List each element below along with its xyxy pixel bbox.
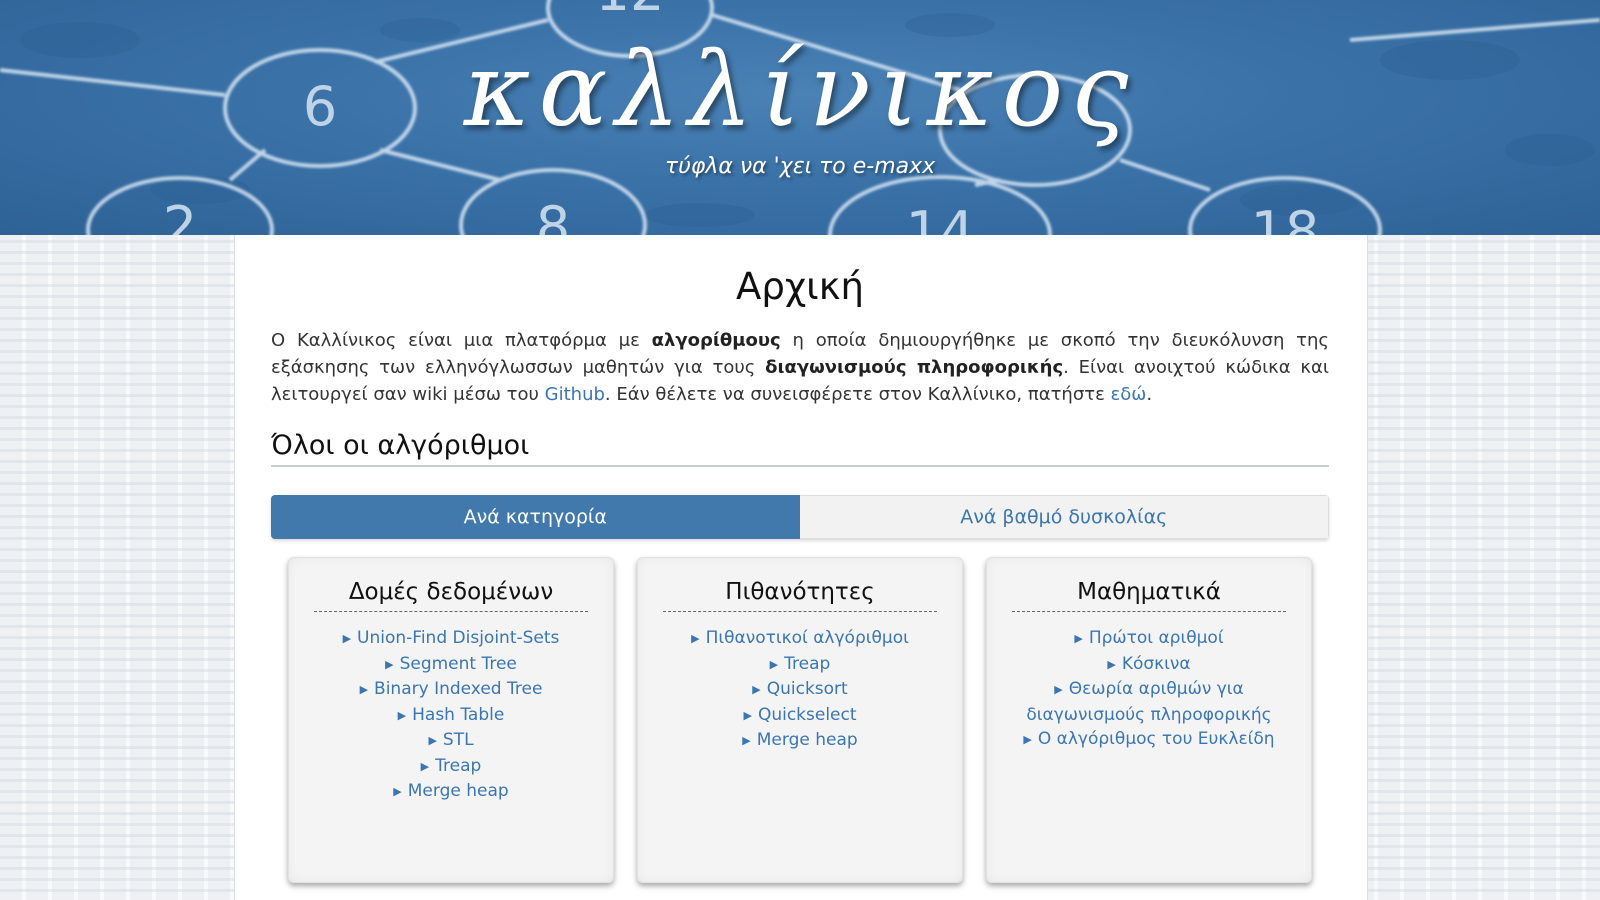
list-item[interactable]: ▶ Κόσκινα xyxy=(1012,652,1286,678)
triangle-right-icon: ▶ xyxy=(385,657,394,671)
triangle-right-icon: ▶ xyxy=(359,683,369,696)
intro-text: Ο Καλλίνικος είναι μια πλατφόρμα με xyxy=(271,330,652,351)
card-title: Πιθανότητες xyxy=(663,579,937,612)
node-label-8: 8 xyxy=(536,195,570,235)
triangle-right-icon: ▶ xyxy=(1023,733,1032,746)
card-probabilities: Πιθανότητες ▶ Πιθανοτικοί αλγόριθμοι ▶ Tre… xyxy=(637,557,963,883)
list-item[interactable]: ▶ Quickselect xyxy=(663,703,937,729)
tab-by-category[interactable]: Ανά κατηγορία xyxy=(271,495,800,539)
node-label-18: 18 xyxy=(1251,200,1320,235)
site-title[interactable]: καλλίνικος xyxy=(0,30,1600,152)
list-item[interactable]: ▶ Θεωρία αριθμών για διαγωνισμούς πληροφο… xyxy=(1012,677,1286,727)
card-data-structures: Δομές δεδομένων ▶ Union-Find Disjoint-Set… xyxy=(288,557,614,883)
node-label-12: 12 xyxy=(596,0,665,23)
triangle-right-icon: ▶ xyxy=(743,708,752,722)
intro-text: . Εάν θέλετε να συνεισφέρετε στον Καλλίν… xyxy=(604,384,1111,405)
header-banner: 12 6 2 8 14 18 καλλίνικος τύφλα να 'χει … xyxy=(0,0,1600,235)
list-item[interactable]: ▶ Ο αλγόριθμος του Ευκλείδη xyxy=(1012,727,1286,753)
triangle-right-icon: ▶ xyxy=(769,657,779,671)
contribute-link[interactable]: εδώ xyxy=(1111,384,1147,405)
algorithm-list: ▶ Union-Find Disjoint-Sets ▶ Segment Tree … xyxy=(314,626,588,805)
list-item[interactable]: ▶ Πρώτοι αριθμοί xyxy=(1012,626,1286,652)
triangle-right-icon: ▶ xyxy=(420,759,430,773)
triangle-right-icon: ▶ xyxy=(393,785,402,798)
triangle-right-icon: ▶ xyxy=(742,734,751,747)
list-item[interactable]: ▶ Merge heap xyxy=(663,728,937,754)
intro-bold-competitions: διαγωνισμούς πληροφορικής xyxy=(765,357,1064,378)
intro-text: . xyxy=(1146,384,1153,405)
triangle-right-icon: ▶ xyxy=(1054,683,1063,696)
list-item[interactable]: ▶ Binary Indexed Tree xyxy=(314,677,588,703)
intro-bold-algorithms: αλγορίθμους xyxy=(651,330,781,351)
algorithm-list: ▶ Πρώτοι αριθμοί ▶ Κόσκινα ▶ Θεωρία αριθμών… xyxy=(1012,626,1286,753)
list-item[interactable]: ▶ Merge heap xyxy=(314,779,588,805)
list-item[interactable]: ▶ Segment Tree xyxy=(314,652,588,678)
card-title: Δομές δεδομένων xyxy=(314,579,588,612)
site-subtitle: τύφλα να 'χει το e-maxx xyxy=(664,154,936,179)
main-content: Αρχική Ο Καλλίνικος είναι μια πλατφόρμα … xyxy=(234,235,1368,900)
section-title: Όλοι οι αλγόριθμοι xyxy=(271,430,1329,467)
card-mathematics: Μαθηματικά ▶ Πρώτοι αριθμοί ▶ Κόσκινα ▶ Θεω… xyxy=(986,557,1312,883)
triangle-right-icon: ▶ xyxy=(428,734,437,747)
list-item[interactable]: ▶ STL xyxy=(314,728,588,754)
algorithm-list: ▶ Πιθανοτικοί αλγόριθμοι ▶ Treap ▶ Quicksor… xyxy=(663,626,937,754)
tab-by-difficulty[interactable]: Ανά βαθμό δυσκολίας xyxy=(799,495,1329,539)
triangle-right-icon: ▶ xyxy=(397,708,407,722)
list-item[interactable]: ▶ Hash Table xyxy=(314,703,588,729)
node-label-14: 14 xyxy=(906,200,975,235)
list-item[interactable]: ▶ Πιθανοτικοί αλγόριθμοι xyxy=(663,626,937,652)
list-item[interactable]: ▶ Union-Find Disjoint-Sets xyxy=(314,626,588,652)
triangle-right-icon: ▶ xyxy=(752,683,761,696)
triangle-right-icon: ▶ xyxy=(1074,632,1083,645)
category-cards: Δομές δεδομένων ▶ Union-Find Disjoint-Set… xyxy=(271,557,1329,883)
view-tabs: Ανά κατηγορία Ανά βαθμό δυσκολίας xyxy=(271,495,1329,539)
card-title: Μαθηματικά xyxy=(1012,579,1286,612)
triangle-right-icon: ▶ xyxy=(691,632,700,645)
node-label-2: 2 xyxy=(163,195,197,235)
triangle-right-icon: ▶ xyxy=(342,632,352,645)
github-link[interactable]: Github xyxy=(545,384,605,405)
list-item[interactable]: ▶ Quicksort xyxy=(663,677,937,703)
list-item[interactable]: ▶ Treap xyxy=(314,754,588,780)
list-item[interactable]: ▶ Treap xyxy=(663,652,937,678)
page-title: Αρχική xyxy=(736,265,864,308)
triangle-right-icon: ▶ xyxy=(1107,657,1116,671)
intro-paragraph: Ο Καλλίνικος είναι μια πλατφόρμα με αλγο… xyxy=(271,327,1329,408)
